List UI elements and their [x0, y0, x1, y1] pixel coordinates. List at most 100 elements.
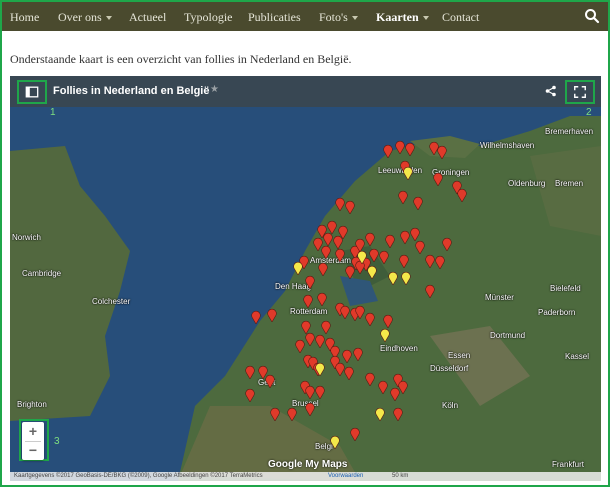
map-marker-pin[interactable]	[425, 284, 435, 298]
map-marker-pin[interactable]	[375, 407, 385, 421]
map-marker-pin[interactable]	[335, 248, 345, 262]
map-marker-pin[interactable]	[410, 227, 420, 241]
map-marker-pin[interactable]	[415, 240, 425, 254]
map-marker-pin[interactable]	[393, 407, 403, 421]
nav-home[interactable]: Home	[10, 10, 39, 25]
map-marker-pin[interactable]	[400, 230, 410, 244]
map-marker-pin[interactable]	[379, 250, 389, 264]
map-marker-pin[interactable]	[437, 145, 447, 159]
nav-contact[interactable]: Contact	[442, 10, 479, 25]
nav-kaarten[interactable]: Kaarten	[376, 10, 429, 25]
map-marker-pin[interactable]	[355, 305, 365, 319]
chevron-down-icon	[105, 16, 112, 21]
map-marker-pin[interactable]	[321, 320, 331, 334]
map-marker-pin[interactable]	[367, 265, 377, 279]
map-marker-pin[interactable]	[435, 255, 445, 269]
map-marker-pin[interactable]	[365, 312, 375, 326]
map-marker-pin[interactable]	[295, 339, 305, 353]
map-title: Follies in Nederland en België	[53, 85, 210, 97]
map-marker-pin[interactable]	[267, 308, 277, 322]
map-marker-pin[interactable]	[340, 305, 350, 319]
map-marker-pin[interactable]	[303, 294, 313, 308]
star-icon[interactable]: ★	[210, 84, 219, 95]
map-marker-pin[interactable]	[305, 332, 315, 346]
map-legend-toggle-button[interactable]	[17, 80, 47, 104]
terms-link[interactable]: Voorwaarden	[328, 473, 363, 479]
map-marker-pin[interactable]	[395, 140, 405, 154]
map-marker-pin[interactable]	[365, 232, 375, 246]
map-marker-pin[interactable]	[365, 372, 375, 386]
place-munster: Münster	[485, 293, 514, 302]
place-bielefeld: Bielefeld	[550, 284, 581, 293]
share-icon[interactable]	[545, 85, 557, 97]
map-marker-pin[interactable]	[333, 235, 343, 249]
intro-text: Onderstaande kaart is een overzicht van …	[10, 52, 352, 66]
place-koln: Köln	[442, 401, 459, 410]
map-marker-pin[interactable]	[398, 190, 408, 204]
map-marker-pin[interactable]	[293, 261, 303, 275]
map-marker-pin[interactable]	[305, 402, 315, 416]
map-marker-pin[interactable]	[321, 245, 331, 259]
map-marker-pin[interactable]	[265, 374, 275, 388]
map-marker-pin[interactable]	[369, 248, 379, 262]
nav-over-ons[interactable]: Over ons	[58, 10, 112, 25]
map-marker-pin[interactable]	[245, 388, 255, 402]
map-marker-pin[interactable]	[315, 385, 325, 399]
search-icon[interactable]	[584, 8, 600, 24]
map-marker-pin[interactable]	[425, 254, 435, 268]
place-dusseldorf: Düsseldorf	[430, 364, 469, 373]
nav-typologie[interactable]: Typologie	[184, 10, 233, 25]
map-marker-pin[interactable]	[344, 366, 354, 380]
map-marker-pin[interactable]	[380, 328, 390, 342]
map-marker-pin[interactable]	[388, 271, 398, 285]
map-marker-pin[interactable]	[335, 197, 345, 211]
map-marker-pin[interactable]	[315, 362, 325, 376]
place-colchester: Colchester	[92, 297, 131, 306]
place-kassel: Kassel	[565, 352, 590, 361]
map-marker-pin[interactable]	[405, 142, 415, 156]
map-marker-pin[interactable]	[403, 166, 413, 180]
map-marker-pin[interactable]	[330, 435, 340, 449]
google-logo: Google My Maps	[268, 459, 348, 470]
place-eindhoven: Eindhoven	[380, 344, 418, 353]
fullscreen-button[interactable]	[565, 80, 595, 104]
map-marker-pin[interactable]	[350, 427, 360, 441]
nav-actueel[interactable]: Actueel	[129, 10, 166, 25]
map-marker-pin[interactable]	[318, 262, 328, 276]
map-marker-pin[interactable]	[401, 271, 411, 285]
map-attribution: Kaartgegevens ©2017 GeoBasis-DE/BKG (©20…	[14, 473, 263, 479]
map-marker-pin[interactable]	[345, 265, 355, 279]
map-marker-pin[interactable]	[323, 232, 333, 246]
sidebar-icon	[25, 86, 39, 98]
map-marker-pin[interactable]	[378, 380, 388, 394]
place-essen: Essen	[448, 351, 471, 360]
map-marker-pin[interactable]	[399, 254, 409, 268]
map-embed[interactable]: Leeuwarden Groningen Wilhelmshaven Olden…	[10, 76, 601, 481]
map-marker-pin[interactable]	[317, 292, 327, 306]
map-marker-pin[interactable]	[245, 365, 255, 379]
map-marker-pin[interactable]	[413, 196, 423, 210]
map-marker-pin[interactable]	[342, 349, 352, 363]
annotation-1: 1	[50, 107, 56, 118]
nav-fotos[interactable]: Foto's	[319, 10, 358, 25]
map-marker-pin[interactable]	[305, 275, 315, 289]
zoom-in-button[interactable]: +	[22, 422, 44, 440]
map-marker-pin[interactable]	[353, 347, 363, 361]
map-marker-pin[interactable]	[287, 407, 297, 421]
scale-label: 50 km	[392, 473, 409, 479]
map-marker-pin[interactable]	[385, 234, 395, 248]
map-marker-pin[interactable]	[433, 172, 443, 186]
map-marker-pin[interactable]	[383, 314, 393, 328]
map-marker-pin[interactable]	[383, 144, 393, 158]
map-marker-pin[interactable]	[345, 200, 355, 214]
map-marker-pin[interactable]	[315, 334, 325, 348]
map-marker-pin[interactable]	[457, 188, 467, 202]
map-marker-pin[interactable]	[270, 407, 280, 421]
map-marker-pin[interactable]	[442, 237, 452, 251]
map-marker-pin[interactable]	[251, 310, 261, 324]
map-marker-pin[interactable]	[390, 387, 400, 401]
map-marker-pin[interactable]	[357, 250, 367, 264]
zoom-out-button[interactable]: −	[22, 441, 44, 459]
map-marker-pin[interactable]	[305, 385, 315, 399]
nav-publicaties[interactable]: Publicaties	[248, 10, 301, 25]
